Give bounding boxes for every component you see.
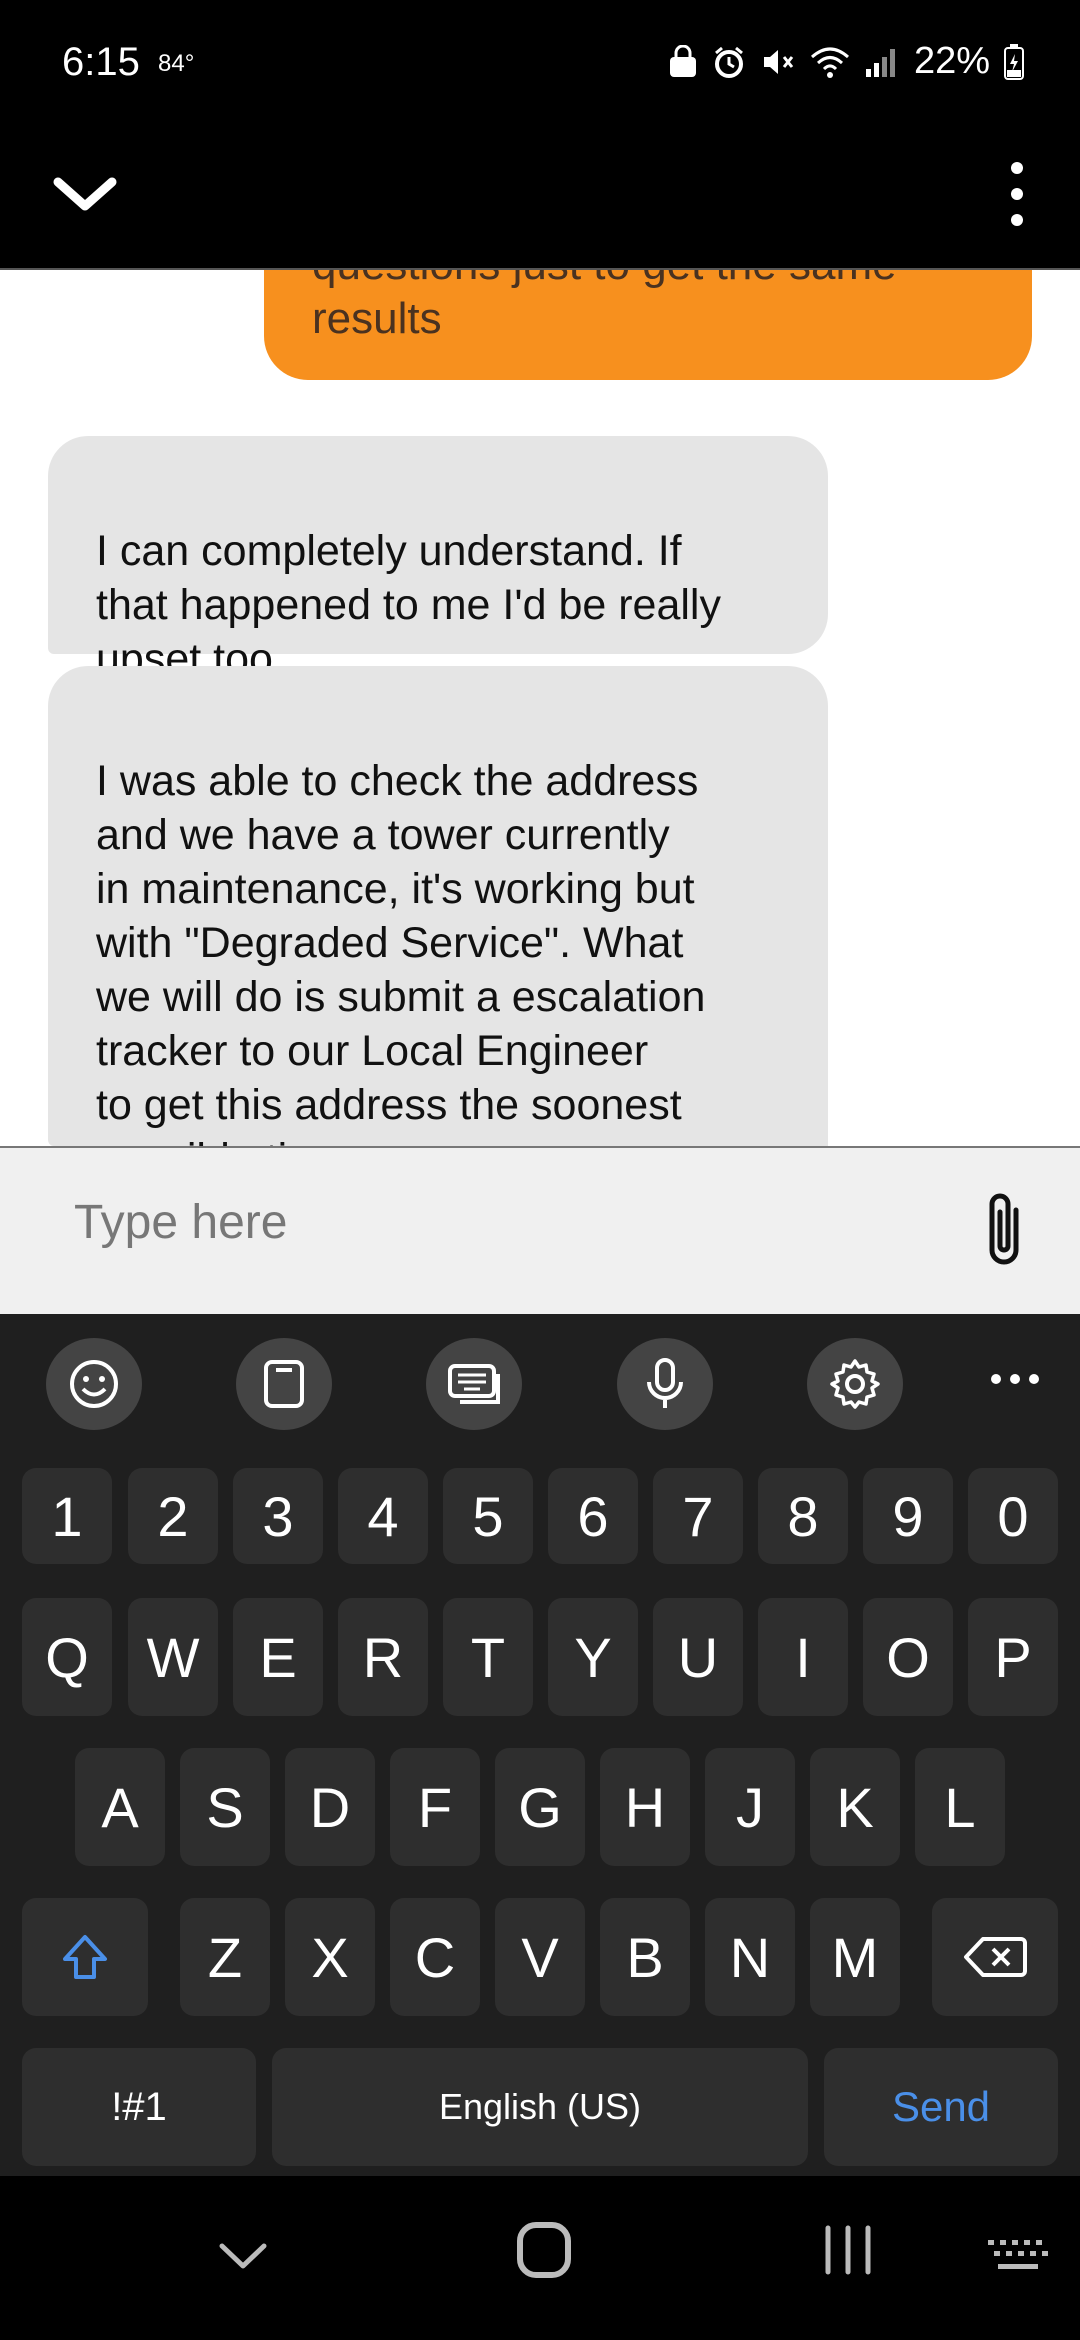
clipboard-icon bbox=[264, 1360, 304, 1408]
emoji-button[interactable] bbox=[46, 1338, 142, 1430]
key-8[interactable]: 8 bbox=[758, 1468, 848, 1564]
key-a[interactable]: A bbox=[75, 1748, 165, 1866]
recent-apps-icon[interactable] bbox=[820, 2222, 876, 2278]
message-bubble-incoming: I can completely understand. If that hap… bbox=[48, 436, 828, 683]
key-w[interactable]: W bbox=[128, 1598, 218, 1716]
key-f[interactable]: F bbox=[390, 1748, 480, 1866]
attachment-icon[interactable] bbox=[976, 1188, 1036, 1272]
key-u[interactable]: U bbox=[653, 1598, 743, 1716]
key-i[interactable]: I bbox=[758, 1598, 848, 1716]
message-input[interactable] bbox=[72, 1194, 936, 1251]
keyboard-icon bbox=[448, 1364, 500, 1404]
chevron-down-icon[interactable] bbox=[50, 158, 120, 228]
key-y[interactable]: Y bbox=[548, 1598, 638, 1716]
key-9[interactable]: 9 bbox=[863, 1468, 953, 1564]
backspace-icon bbox=[964, 1937, 1027, 1977]
key-2[interactable]: 2 bbox=[128, 1468, 218, 1564]
message-text: I can completely understand. If that hap… bbox=[96, 527, 721, 683]
key-n[interactable]: N bbox=[705, 1898, 795, 2016]
backspace-key[interactable] bbox=[932, 1898, 1058, 2016]
message-text: questions just to get the same results bbox=[312, 270, 897, 343]
key-l[interactable]: L bbox=[915, 1748, 1005, 1866]
shift-icon bbox=[63, 1935, 107, 1979]
key-4[interactable]: 4 bbox=[338, 1468, 428, 1564]
app-bar bbox=[0, 118, 1080, 270]
gear-icon bbox=[830, 1359, 880, 1409]
keyboard: 1 2 3 4 5 6 7 8 9 0 Q W E R T Y U I O P … bbox=[0, 1446, 1080, 2176]
battery-icon bbox=[1004, 43, 1024, 80]
key-j[interactable]: J bbox=[705, 1748, 795, 1866]
key-x[interactable]: X bbox=[285, 1898, 375, 2016]
key-s[interactable]: S bbox=[180, 1748, 270, 1866]
key-7[interactable]: 7 bbox=[653, 1468, 743, 1564]
status-time: 6:15 bbox=[62, 40, 140, 84]
key-t[interactable]: T bbox=[443, 1598, 533, 1716]
settings-button[interactable] bbox=[807, 1338, 903, 1430]
key-d[interactable]: D bbox=[285, 1748, 375, 1866]
key-m[interactable]: M bbox=[810, 1898, 900, 2016]
symbols-key[interactable]: !#1 bbox=[22, 2048, 256, 2166]
key-c[interactable]: C bbox=[390, 1898, 480, 2016]
hide-keyboard-icon[interactable] bbox=[216, 2238, 270, 2274]
status-bar: 6:15 84° 22% bbox=[0, 0, 1080, 118]
battery-percent: 22% bbox=[913, 40, 990, 82]
key-o[interactable]: O bbox=[863, 1598, 953, 1716]
microphone-icon bbox=[647, 1358, 683, 1408]
shift-key[interactable] bbox=[22, 1898, 148, 2016]
keyboard-mode-button[interactable] bbox=[426, 1338, 522, 1430]
message-text: I was able to check the address and we h… bbox=[96, 757, 706, 1146]
key-6[interactable]: 6 bbox=[548, 1468, 638, 1564]
space-key[interactable]: English (US) bbox=[272, 2048, 808, 2166]
key-z[interactable]: Z bbox=[180, 1898, 270, 2016]
key-b[interactable]: B bbox=[600, 1898, 690, 2016]
key-0[interactable]: 0 bbox=[968, 1468, 1058, 1564]
voice-input-button[interactable] bbox=[617, 1338, 713, 1430]
home-icon[interactable] bbox=[516, 2220, 572, 2280]
key-g[interactable]: G bbox=[495, 1748, 585, 1866]
status-temperature: 84° bbox=[158, 50, 195, 77]
key-p[interactable]: P bbox=[968, 1598, 1058, 1716]
signal-icon bbox=[865, 48, 895, 77]
wifi-icon bbox=[810, 47, 849, 78]
status-icons: 22% bbox=[668, 40, 1024, 83]
key-v[interactable]: V bbox=[495, 1898, 585, 2016]
keyboard-toolbar bbox=[0, 1314, 1080, 1446]
more-options-icon[interactable] bbox=[992, 156, 1042, 232]
lock-icon bbox=[669, 44, 696, 77]
key-r[interactable]: R bbox=[338, 1598, 428, 1716]
key-5[interactable]: 5 bbox=[443, 1468, 533, 1564]
emoji-icon bbox=[70, 1360, 118, 1408]
alarm-icon bbox=[714, 46, 743, 78]
key-1[interactable]: 1 bbox=[22, 1468, 112, 1564]
clipboard-button[interactable] bbox=[236, 1338, 332, 1430]
mute-icon bbox=[763, 49, 794, 74]
key-k[interactable]: K bbox=[810, 1748, 900, 1866]
keyboard-switch-icon[interactable] bbox=[986, 2236, 1052, 2276]
key-q[interactable]: Q bbox=[22, 1598, 112, 1716]
navigation-bar bbox=[0, 2176, 1080, 2340]
more-icon[interactable] bbox=[988, 1364, 1042, 1394]
chat-messages[interactable]: questions just to get the same results I… bbox=[0, 270, 1080, 1146]
send-key[interactable]: Send bbox=[824, 2048, 1058, 2166]
message-bubble-outgoing: questions just to get the same results bbox=[264, 270, 1032, 380]
message-bubble-incoming: I was able to check the address and we h… bbox=[48, 666, 828, 1146]
key-e[interactable]: E bbox=[233, 1598, 323, 1716]
key-3[interactable]: 3 bbox=[233, 1468, 323, 1564]
composer bbox=[0, 1146, 1080, 1316]
key-h[interactable]: H bbox=[600, 1748, 690, 1866]
